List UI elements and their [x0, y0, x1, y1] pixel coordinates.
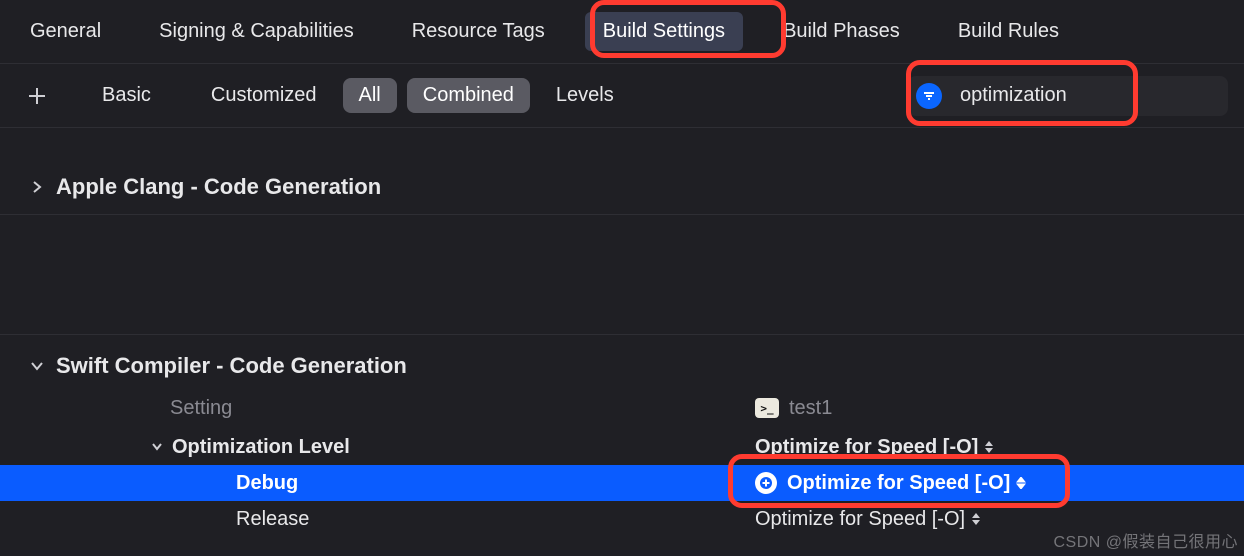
- tab-signing[interactable]: Signing & Capabilities: [141, 12, 372, 51]
- search-field[interactable]: [908, 76, 1228, 116]
- column-target-header: >_ test1: [755, 397, 1244, 420]
- setting-label: Debug: [236, 472, 298, 495]
- tab-build-phases[interactable]: Build Phases: [765, 12, 918, 51]
- settings-content: Apple Clang - Code Generation Swift Comp…: [0, 128, 1244, 537]
- stepper-icon[interactable]: [984, 441, 994, 453]
- chevron-down-icon: [28, 357, 46, 375]
- tab-build-rules[interactable]: Build Rules: [940, 12, 1077, 51]
- stepper-icon[interactable]: [1016, 477, 1026, 489]
- empty-area: [0, 215, 1244, 335]
- section-title: Swift Compiler - Code Generation: [56, 353, 407, 379]
- setting-value[interactable]: Optimize for Speed [-O]: [755, 508, 965, 531]
- filter-all[interactable]: All: [343, 78, 397, 113]
- chevron-down-icon: [150, 440, 164, 454]
- watermark: CSDN @假装自己很用心: [1053, 528, 1238, 552]
- add-button[interactable]: [24, 83, 50, 109]
- search-input[interactable]: [960, 84, 1180, 107]
- section-title: Apple Clang - Code Generation: [56, 174, 381, 200]
- main-tab-bar: General Signing & Capabilities Resource …: [0, 0, 1244, 64]
- setting-label: Optimization Level: [172, 436, 350, 459]
- filter-combined[interactable]: Combined: [407, 78, 530, 113]
- tab-general[interactable]: General: [12, 12, 119, 51]
- column-setting-header: Setting: [0, 397, 755, 420]
- filter-customized[interactable]: Customized: [195, 78, 333, 113]
- plus-circle-icon[interactable]: [755, 472, 777, 494]
- setting-optimization-level[interactable]: Optimization Level Optimize for Speed [-…: [0, 429, 1244, 465]
- setting-debug[interactable]: Debug Optimize for Speed [-O]: [0, 465, 1244, 501]
- filter-icon: [916, 83, 942, 109]
- columns-header: Setting >_ test1: [0, 387, 1244, 429]
- setting-label: Release: [236, 508, 309, 531]
- filter-levels[interactable]: Levels: [540, 78, 630, 113]
- tab-resource-tags[interactable]: Resource Tags: [394, 12, 563, 51]
- target-icon: >_: [755, 398, 779, 418]
- section-swift-compiler[interactable]: Swift Compiler - Code Generation: [0, 345, 1244, 387]
- filter-bar: Basic Customized All Combined Levels: [0, 64, 1244, 128]
- tab-build-settings[interactable]: Build Settings: [585, 12, 743, 51]
- section-apple-clang[interactable]: Apple Clang - Code Generation: [0, 166, 1244, 215]
- chevron-right-icon: [28, 178, 46, 196]
- setting-value[interactable]: Optimize for Speed [-O]: [755, 436, 978, 459]
- stepper-icon[interactable]: [971, 513, 981, 525]
- filter-basic[interactable]: Basic: [86, 78, 167, 113]
- target-name: test1: [789, 397, 832, 420]
- setting-value[interactable]: Optimize for Speed [-O]: [787, 472, 1010, 495]
